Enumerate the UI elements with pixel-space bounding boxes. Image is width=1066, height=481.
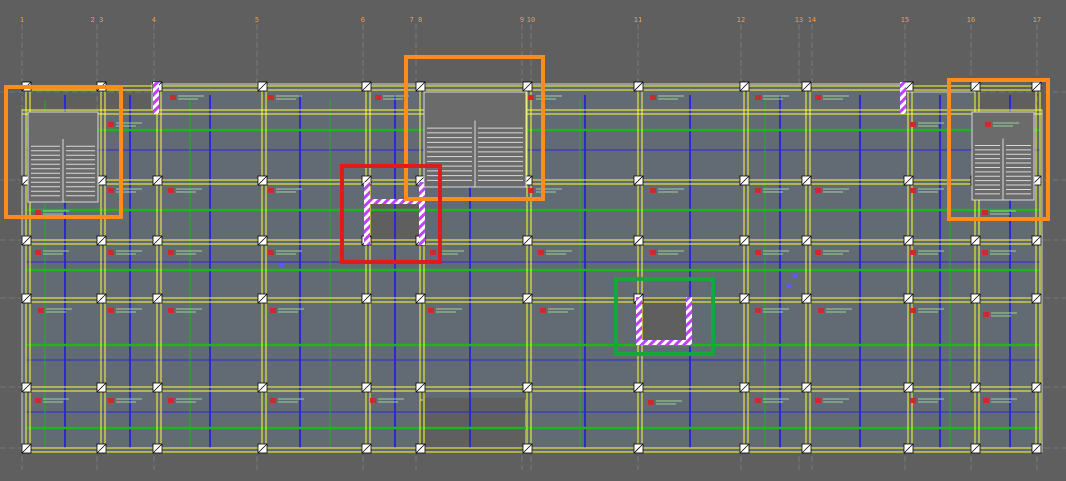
axis-label: 15: [901, 16, 909, 24]
slab-tag[interactable]: [268, 95, 274, 100]
axis-label: 16: [967, 16, 975, 24]
slab-tag[interactable]: [815, 398, 821, 403]
slab-tag[interactable]: [370, 398, 376, 403]
void-area: [423, 398, 525, 454]
slab-tag[interactable]: [430, 250, 436, 255]
slab-tag[interactable]: [108, 398, 114, 403]
opening-edge-hatch: [419, 182, 425, 245]
slab-tag[interactable]: [168, 398, 174, 403]
marker-dot: [279, 262, 285, 268]
axis-label: 7 8: [410, 16, 423, 24]
slab-tag[interactable]: [815, 250, 821, 255]
axis-label: 13: [795, 16, 803, 24]
opening-edge-hatch: [153, 82, 159, 114]
slab-tag[interactable]: [815, 188, 821, 193]
marker-dot: [786, 283, 792, 289]
slab-tag[interactable]: [108, 308, 114, 313]
slab-tag[interactable]: [35, 398, 41, 403]
axis-label: 5: [255, 16, 259, 24]
slab-tag[interactable]: [983, 398, 989, 403]
axis-label: 2 3: [91, 16, 104, 24]
axis-label: 14: [808, 16, 816, 24]
slab-tag[interactable]: [910, 308, 916, 313]
slab-tag[interactable]: [755, 308, 761, 313]
slab-tag[interactable]: [270, 308, 276, 313]
slab-tag[interactable]: [268, 188, 274, 193]
slab-tag[interactable]: [755, 95, 761, 100]
slab-tag[interactable]: [650, 250, 656, 255]
axis-label: 11: [634, 16, 642, 24]
slab-tag[interactable]: [982, 210, 988, 215]
axis-label: 9: [520, 16, 524, 24]
slab-tag[interactable]: [540, 308, 546, 313]
opening-edge-hatch: [636, 297, 642, 343]
slab-tag[interactable]: [818, 308, 824, 313]
slab-tag[interactable]: [910, 188, 916, 193]
slab-tag[interactable]: [755, 188, 761, 193]
slab-tag[interactable]: [985, 122, 991, 127]
axis-label: 17: [1033, 16, 1041, 24]
slab-tag[interactable]: [650, 95, 656, 100]
slab-tag[interactable]: [528, 188, 534, 193]
opening-edge-hatch: [686, 297, 692, 343]
opening-edge-hatch: [900, 82, 906, 114]
slab-tag[interactable]: [910, 122, 916, 127]
slab-tag[interactable]: [815, 95, 821, 100]
slab-tag[interactable]: [982, 250, 988, 255]
slab-tag[interactable]: [108, 188, 114, 193]
slab-tag[interactable]: [428, 308, 434, 313]
slab-tag[interactable]: [168, 308, 174, 313]
slab-tag[interactable]: [648, 400, 654, 405]
axis-label: 1: [20, 16, 24, 24]
slab-tag[interactable]: [910, 250, 916, 255]
slab-tag[interactable]: [538, 250, 544, 255]
slab-tag[interactable]: [168, 250, 174, 255]
opening-edge-hatch: [364, 182, 370, 245]
slab-tag[interactable]: [755, 398, 761, 403]
slab-tag[interactable]: [170, 95, 176, 100]
slab-tag[interactable]: [108, 122, 114, 127]
slab-tag[interactable]: [168, 188, 174, 193]
slab-tag[interactable]: [35, 250, 41, 255]
axis-label: 12: [737, 16, 745, 24]
stair-right[interactable]: [971, 111, 1035, 201]
floor-plan-canvas[interactable]: 1 2 3 4 5 6 7 8 9 10 11 12 13 14 15 16 17: [0, 0, 1066, 481]
slab-tag[interactable]: [108, 250, 114, 255]
slab-tag[interactable]: [268, 250, 274, 255]
opening-void: [640, 298, 690, 342]
slab-tag[interactable]: [755, 250, 761, 255]
slab-tag[interactable]: [650, 188, 656, 193]
slab-outline: [21, 83, 1043, 453]
slab-tag[interactable]: [38, 308, 44, 313]
slab-tag[interactable]: [35, 210, 41, 215]
stair-left[interactable]: [27, 111, 99, 203]
opening-edge-hatch: [636, 340, 692, 345]
axis-label: 6: [361, 16, 365, 24]
slab-tag[interactable]: [270, 398, 276, 403]
axis-label: 10: [527, 16, 535, 24]
slab-tag[interactable]: [983, 312, 989, 317]
slab-tag[interactable]: [528, 95, 534, 100]
axis-label: 4: [152, 16, 156, 24]
marker-dot: [792, 273, 798, 279]
slab-tag[interactable]: [375, 95, 381, 100]
slab-tag[interactable]: [910, 398, 916, 403]
